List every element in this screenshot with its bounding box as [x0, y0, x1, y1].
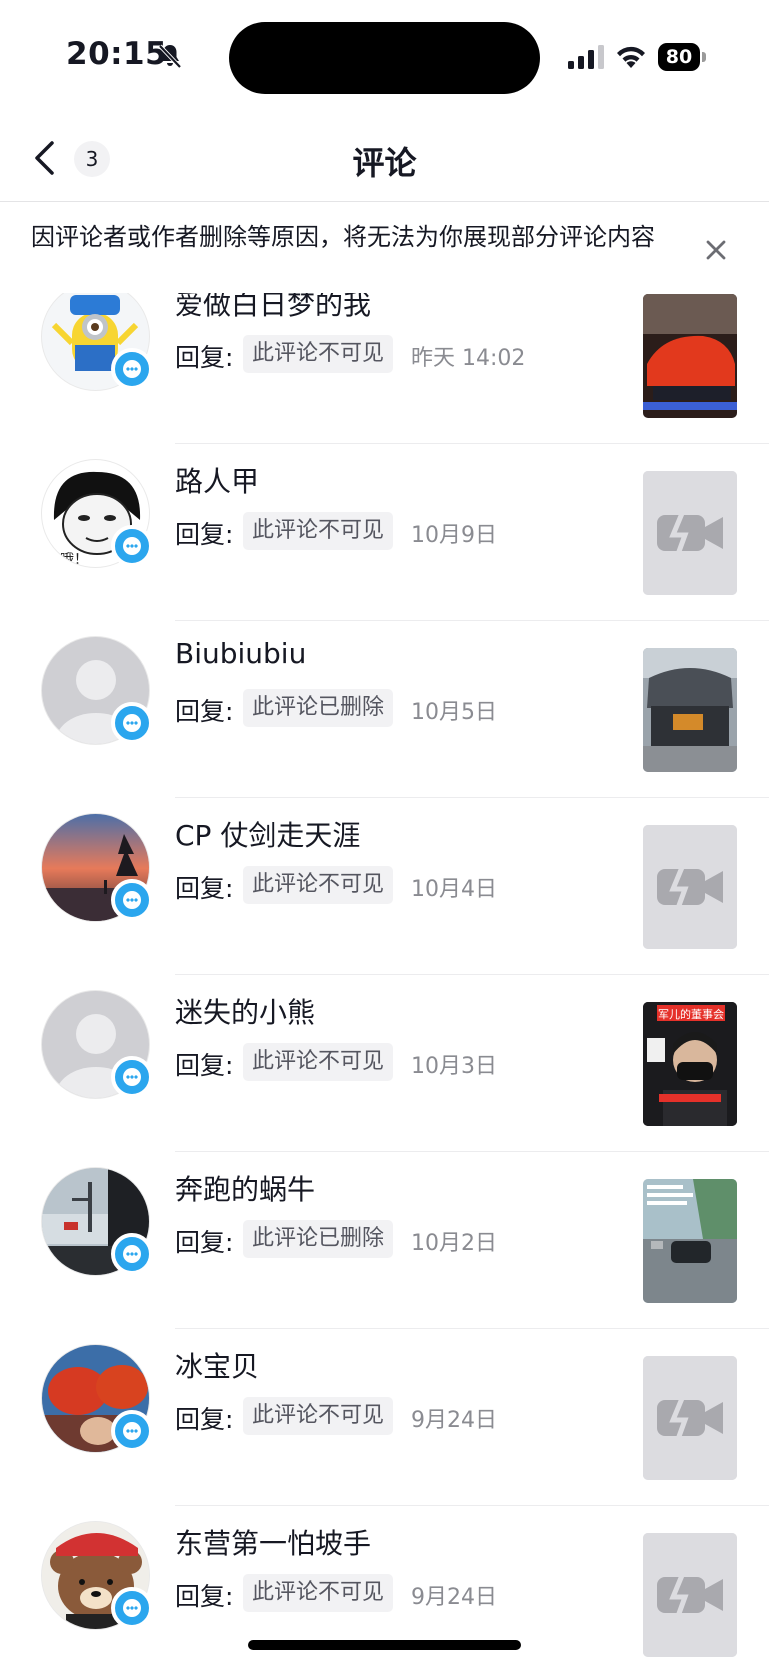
comment-author[interactable]: 爱做白日梦的我 — [175, 293, 371, 323]
comment-date: 昨天 14:02 — [411, 346, 526, 371]
status-time: 20:15 — [66, 36, 168, 72]
reply-status: 此评论不可见 — [243, 1397, 394, 1435]
video-thumbnail[interactable] — [643, 648, 737, 772]
comment-date: 10月3日 — [411, 1054, 497, 1079]
comment-author[interactable]: 冰宝贝 — [175, 1345, 259, 1385]
video-thumbnail[interactable]: 军儿的董事会 — [643, 1002, 737, 1126]
comment-date: 9月24日 — [411, 1585, 497, 1610]
list-item[interactable]: 哦！ 路人甲 回复: 此评论不可见 10月9日 — [0, 444, 769, 621]
comment-author[interactable]: 路人甲 — [175, 460, 259, 500]
close-icon[interactable] — [702, 236, 730, 264]
notice-text: 因评论者或作者删除等原因，将无法为你展现部分评论内容 — [31, 223, 655, 251]
reply-label: 回复: — [175, 1228, 234, 1257]
page-title: 评论 — [352, 144, 417, 182]
cellular-signal-icon — [568, 45, 604, 69]
comment-date: 10月9日 — [411, 523, 497, 548]
reply-label: 回复: — [175, 1051, 234, 1080]
message-badge-icon — [111, 1233, 153, 1275]
message-badge-icon — [111, 348, 153, 390]
comment-date: 10月5日 — [411, 700, 497, 725]
video-thumbnail[interactable] — [643, 294, 737, 418]
reply-status: 此评论不可见 — [243, 1574, 394, 1612]
svg-text:哦！: 哦！ — [60, 552, 88, 568]
reply-label: 回复: — [175, 343, 234, 372]
comment-author[interactable]: 奔跑的蜗牛 — [175, 1168, 315, 1208]
reply-status: 此评论已删除 — [243, 1220, 394, 1258]
home-indicator[interactable] — [248, 1640, 521, 1650]
video-placeholder-thumbnail[interactable] — [643, 1356, 737, 1480]
comment-date: 9月24日 — [411, 1408, 497, 1433]
dynamic-island — [229, 22, 540, 94]
list-item[interactable]: 奔跑的蜗牛 回复: 此评论已删除 10月2日 — [0, 1152, 769, 1329]
comment-list: 爱做白日梦的我 回复: 此评论不可见 昨天 14:02 哦！ 路人甲 回复: 此… — [0, 293, 769, 1665]
reply-status: 此评论不可见 — [243, 335, 394, 373]
reply-status: 此评论不可见 — [243, 512, 394, 550]
video-thumbnail[interactable] — [643, 1179, 737, 1303]
message-badge-icon — [111, 1587, 153, 1629]
list-item[interactable]: CP 仗剑走天涯 回复: 此评论不可见 10月4日 — [0, 798, 769, 975]
reply-label: 回复: — [175, 697, 234, 726]
battery-icon: 80 — [658, 43, 706, 71]
wifi-icon — [617, 46, 645, 68]
message-badge-icon — [111, 525, 153, 567]
video-placeholder-thumbnail[interactable] — [643, 471, 737, 595]
reply-label: 回复: — [175, 520, 234, 549]
message-badge-icon — [111, 879, 153, 921]
comment-date: 10月4日 — [411, 877, 497, 902]
list-item[interactable]: 冰宝贝 回复: 此评论不可见 9月24日 — [0, 1329, 769, 1506]
thumb-overlay-text: 军儿的董事会 — [658, 1007, 724, 1021]
comment-author[interactable]: Biubiubiu — [175, 637, 306, 670]
list-item[interactable]: 爱做白日梦的我 回复: 此评论不可见 昨天 14:02 — [0, 293, 769, 444]
reply-status: 此评论不可见 — [243, 1043, 394, 1081]
message-badge-icon — [111, 702, 153, 744]
reply-status: 此评论已删除 — [243, 689, 394, 727]
message-badge-icon — [111, 1056, 153, 1098]
reply-label: 回复: — [175, 1405, 234, 1434]
video-camera-icon — [643, 471, 737, 595]
comment-author[interactable]: CP 仗剑走天涯 — [175, 814, 360, 854]
list-item[interactable]: 迷失的小熊 回复: 此评论不可见 10月3日 军儿的董事会 — [0, 975, 769, 1152]
status-bar: 20:15 80 — [0, 0, 769, 110]
comment-author[interactable]: 东营第一怕坡手 — [175, 1522, 371, 1562]
reply-status: 此评论不可见 — [243, 866, 394, 904]
video-camera-icon — [643, 1356, 737, 1480]
video-placeholder-thumbnail[interactable] — [643, 1533, 737, 1657]
video-camera-icon — [643, 825, 737, 949]
bell-muted-icon — [158, 44, 182, 69]
message-badge-icon — [111, 1410, 153, 1452]
video-placeholder-thumbnail[interactable] — [643, 825, 737, 949]
list-item[interactable]: Biubiubiu 回复: 此评论已删除 10月5日 — [0, 621, 769, 798]
battery-level: 80 — [658, 43, 700, 71]
reply-label: 回复: — [175, 1582, 234, 1611]
reply-label: 回复: — [175, 874, 234, 903]
comment-date: 10月2日 — [411, 1231, 497, 1256]
video-camera-icon — [643, 1533, 737, 1657]
nav-bar: 3 评论 — [0, 110, 769, 202]
comment-author[interactable]: 迷失的小熊 — [175, 991, 315, 1031]
notice-banner: 因评论者或作者删除等原因，将无法为你展现部分评论内容 — [0, 203, 769, 293]
